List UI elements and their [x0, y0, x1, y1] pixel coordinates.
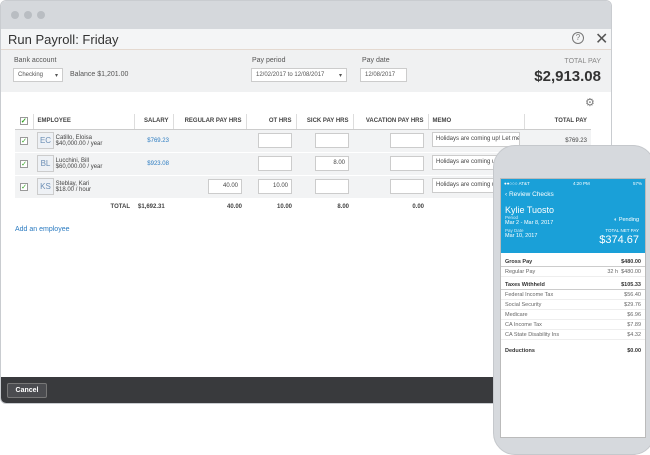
back-label: Review Checks: [508, 191, 554, 198]
total-salary: $1,692.31: [134, 198, 173, 217]
close-icon[interactable]: ✕: [595, 29, 608, 49]
col-memo: MEMO: [428, 114, 525, 130]
cancel-button[interactable]: Cancel: [7, 383, 47, 398]
regular-hrs: [173, 129, 246, 153]
sick-hrs-input[interactable]: [315, 179, 349, 194]
pending-status: ◐ Pending: [613, 217, 639, 223]
employee-name: Kylie Tuosto: [505, 205, 555, 215]
total-sick: 8.00: [296, 198, 353, 217]
col-ot: OT HRS: [246, 114, 297, 130]
regular-hrs-input[interactable]: 40.00: [208, 179, 242, 194]
chevron-down-icon: ▾: [338, 73, 342, 79]
salary-link[interactable]: $769.23: [134, 129, 173, 153]
battery: 57%: [632, 181, 642, 186]
gross-label: Gross Pay: [505, 258, 533, 265]
ot-hrs-input[interactable]: 10.00: [258, 179, 292, 194]
page-title: Run Payroll: Friday: [8, 32, 119, 47]
status-label: Pending: [618, 217, 639, 223]
window-dot[interactable]: [11, 11, 19, 19]
tax-value: $56.40: [624, 291, 641, 298]
total-vacation: 0.00: [353, 198, 428, 217]
tax-label: Social Security: [505, 301, 542, 308]
salary-link[interactable]: $923.08: [134, 152, 173, 176]
tax-label: Medicare: [505, 311, 528, 318]
help-icon[interactable]: ?: [572, 32, 584, 44]
col-regular: REGULAR PAY HRS: [173, 114, 247, 130]
ot-hrs-input[interactable]: [258, 133, 292, 148]
window-dot[interactable]: [24, 11, 32, 19]
back-button[interactable]: ‹ Review Checks: [501, 188, 645, 201]
tax-value: $6.96: [627, 311, 641, 318]
avatar: KS: [37, 178, 54, 195]
bank-account-select[interactable]: Checking ▾: [13, 68, 63, 82]
balance: Balance $1,201.00: [70, 71, 129, 78]
chevron-down-icon: ▾: [54, 73, 58, 79]
regular-label: Regular Pay: [505, 268, 536, 275]
pay-date-input[interactable]: 12/08/2017: [360, 68, 407, 82]
vacation-hrs-input[interactable]: [390, 179, 424, 194]
deductions-value: $0.00: [627, 348, 641, 354]
title-bar: [1, 1, 611, 29]
col-sick: SICK PAY HRS: [296, 114, 354, 130]
employee-rate: $18.00 / hour: [55, 186, 92, 193]
pay-period-label: Pay period: [252, 57, 286, 64]
tax-value: $29.76: [624, 301, 641, 308]
select-all-checkbox[interactable]: ✓: [19, 117, 28, 126]
total-pay-value: $2,913.08: [534, 68, 601, 85]
avatar: EC: [37, 132, 54, 149]
bank-account-label: Bank account: [14, 57, 57, 64]
net-label: TOTAL NET PAY: [605, 228, 639, 233]
tax-value: $7.89: [627, 321, 641, 328]
salary-link[interactable]: [134, 175, 173, 199]
tax-label: Federal Income Tax: [505, 291, 554, 298]
col-vacation: VACATION PAY HRS: [353, 114, 429, 130]
tax-value: $4.32: [627, 331, 641, 338]
carrier: ●●○○○ AT&T: [504, 181, 530, 186]
row-checkbox[interactable]: ✓: [20, 159, 28, 168]
col-salary: SALARY: [134, 114, 174, 130]
pay-period-select[interactable]: 12/02/2017 to 12/08/2017 ▾: [251, 68, 347, 82]
vacation-hrs-input[interactable]: [390, 133, 424, 148]
col-employee: EMPLOYEE: [33, 114, 135, 130]
tax-label: CA State Disability Ins: [505, 331, 560, 338]
regular-hrs: [173, 152, 246, 176]
pay-date-label: Pay date: [362, 57, 390, 64]
regular-hrs: 32 h: [607, 268, 619, 275]
employee-rate: $60,000.00 / year: [55, 163, 103, 170]
clock: 4:20 PM: [572, 181, 590, 186]
total-pay-label: TOTAL PAY: [564, 58, 601, 65]
row-checkbox[interactable]: ✓: [20, 182, 28, 191]
window-dot[interactable]: [37, 11, 45, 19]
total-ot: 10.00: [246, 198, 296, 217]
bank-value: Checking: [18, 72, 44, 78]
period-value: 12/02/2017 to 12/08/2017: [256, 72, 325, 78]
sick-hrs-input[interactable]: [315, 133, 349, 148]
sick-hrs-input[interactable]: 8.00: [315, 156, 349, 171]
tax-label: CA Income Tax: [505, 321, 542, 328]
vacation-hrs-input[interactable]: [390, 156, 424, 171]
row-checkbox[interactable]: ✓: [20, 136, 28, 145]
gear-icon[interactable]: ⚙: [585, 96, 595, 109]
net-value: $374.67: [599, 234, 639, 246]
regular-value: $480.00: [621, 268, 641, 275]
gross-value: $480.00: [621, 258, 641, 265]
ot-hrs-input[interactable]: [258, 156, 292, 171]
deductions-label: Deductions: [505, 348, 535, 354]
phone-mockup: ●●○○○ AT&T 4:20 PM 57% ‹ Review Checks K…: [493, 145, 650, 455]
totals-label: TOTAL: [33, 198, 134, 217]
col-total: TOTAL PAY: [524, 114, 591, 130]
avatar: BL: [37, 155, 54, 172]
total-regular: 40.00: [173, 198, 246, 217]
add-employee-link[interactable]: Add an employee: [15, 226, 69, 233]
memo-input[interactable]: Holidays are coming up! Let me kno: [432, 132, 520, 147]
taxes-label: Taxes Withheld: [505, 281, 545, 288]
taxes-value: $105.33: [621, 281, 641, 288]
employee-rate: $40,000.00 / year: [55, 140, 103, 147]
